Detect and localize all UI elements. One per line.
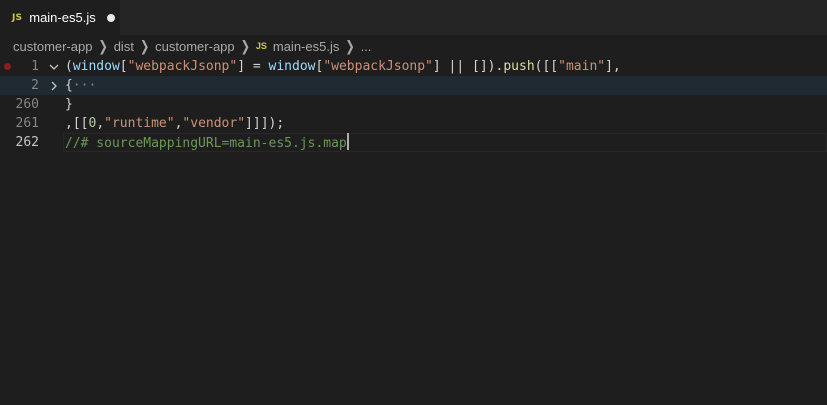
code-line-folded[interactable]: 2 {··· xyxy=(0,76,827,95)
text-cursor xyxy=(346,133,349,150)
line-number: 260 xyxy=(15,97,39,112)
code-line[interactable]: 1 (window["webpackJsonp"] = window["webp… xyxy=(0,57,827,76)
tab-title: main-es5.js xyxy=(29,10,96,25)
javascript-file-icon: JS xyxy=(12,12,23,23)
tab-main-es5-js[interactable]: JS main-es5.js xyxy=(0,0,120,35)
line-number: 2 xyxy=(31,78,39,93)
code-editor[interactable]: 1 (window["webpackJsonp"] = window["webp… xyxy=(0,57,827,405)
unsaved-changes-dot-icon[interactable] xyxy=(106,13,115,22)
code-text: } xyxy=(65,97,73,112)
breadcrumb-item-more[interactable]: ... xyxy=(361,39,372,54)
editor-window: JS main-es5.js customer-app ❯ dist ❯ cus… xyxy=(0,0,827,405)
breadcrumb-item-dist[interactable]: dist xyxy=(114,39,134,54)
code-line[interactable]: 260 } xyxy=(0,95,827,114)
folded-region-ellipsis[interactable]: ··· xyxy=(73,78,96,93)
code-text: {··· xyxy=(65,78,97,93)
code-text: ,[[0,"runtime","vendor"]]]); xyxy=(65,116,285,131)
tab-bar: JS main-es5.js xyxy=(0,0,827,35)
breadcrumb-item-file[interactable]: main-es5.js xyxy=(273,39,339,54)
code-text: (window["webpackJsonp"] = window["webpac… xyxy=(65,59,621,74)
chevron-right-icon: ❯ xyxy=(139,38,150,55)
code-line-current[interactable]: 262 //# sourceMappingURL=main-es5.js.map xyxy=(0,133,827,152)
code-line[interactable]: 261 ,[[0,"runtime","vendor"]]]); xyxy=(0,114,827,133)
javascript-file-icon: JS xyxy=(255,41,267,51)
fold-expanded-chevron-down-icon[interactable] xyxy=(47,57,61,76)
breadcrumb-item-customer-app-sub[interactable]: customer-app xyxy=(155,39,234,54)
line-number: 1 xyxy=(31,59,39,74)
code-text: //# sourceMappingURL=main-es5.js.map xyxy=(65,133,349,153)
fold-collapsed-chevron-right-icon[interactable] xyxy=(47,76,61,95)
line-number: 261 xyxy=(15,116,39,131)
chevron-right-icon: ❯ xyxy=(345,38,355,55)
breadcrumb-item-customer-app[interactable]: customer-app xyxy=(13,39,92,54)
line-number: 262 xyxy=(15,135,39,150)
chevron-right-icon: ❯ xyxy=(98,38,108,55)
chevron-right-icon: ❯ xyxy=(240,38,250,55)
breadcrumb: customer-app ❯ dist ❯ customer-app ❯ JS … xyxy=(0,35,827,57)
